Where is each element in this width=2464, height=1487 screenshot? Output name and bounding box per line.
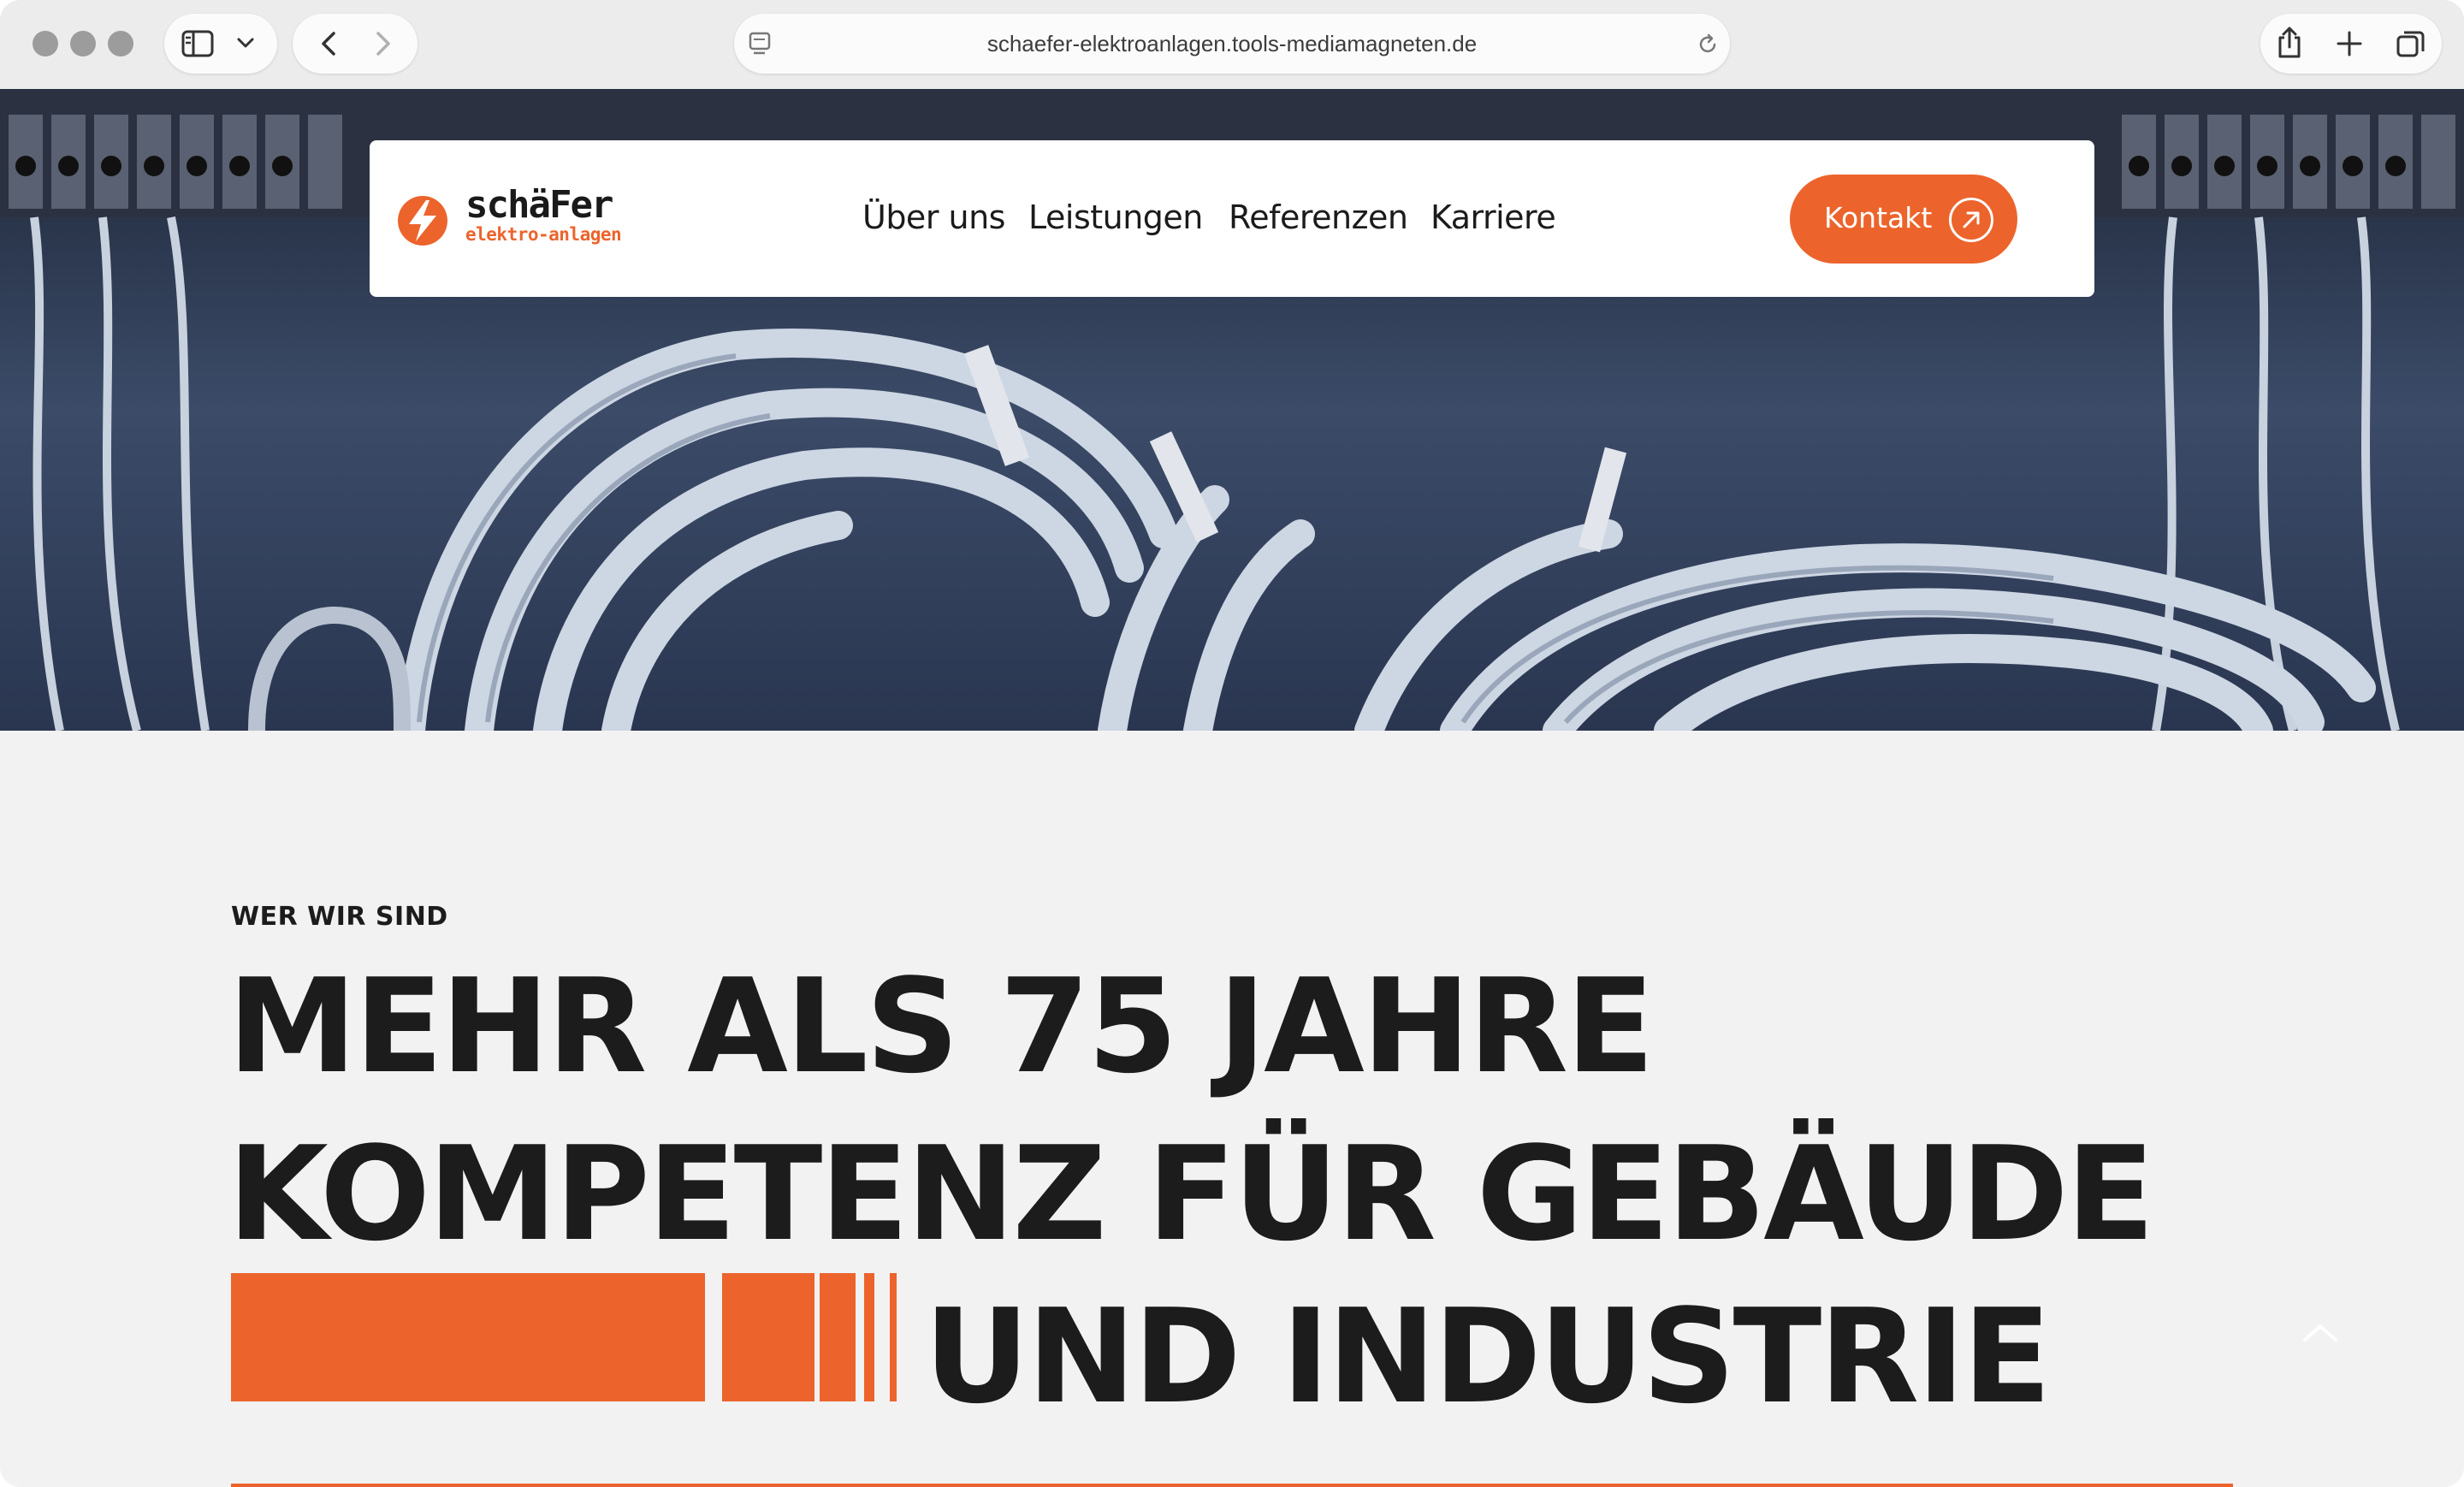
browser-toolbar: schaefer-elektroanlagen.tools-mediamagne… [0,0,2464,89]
nav-item-ueber-uns[interactable]: Über uns [862,198,1005,236]
headline-line-2: KOMPETENZ FÜR GEBÄUDE [228,1118,2155,1270]
close-window-button[interactable] [33,31,58,56]
new-tab-icon[interactable] [2336,30,2363,57]
nav-item-referenzen[interactable]: Referenzen [1229,198,1408,236]
intro-section: WER WIR SIND MEHR ALS 75 JAHRE KOMPETENZ… [0,731,2464,1487]
brand-logo[interactable]: schäFer elektro-anlagen [397,183,645,257]
section-eyebrow: WER WIR SIND [231,902,448,932]
minimize-window-button[interactable] [70,31,96,56]
hero-image: schäFer elektro-anlagen Über uns Leistun… [0,89,2464,731]
lightning-logo-icon [398,196,447,246]
sidebar-toggle-group [164,14,277,74]
url-text: schaefer-elektroanlagen.tools-mediamagne… [986,31,1478,56]
history-navigation [293,14,418,74]
contact-button-label: Kontakt [1824,201,1933,234]
nav-item-leistungen[interactable]: Leistungen [1028,198,1203,236]
scroll-to-top-icon[interactable] [2300,1319,2341,1345]
brand-tagline: elektro-anlagen [465,224,622,245]
zoom-window-button[interactable] [108,31,133,56]
chevron-down-icon[interactable] [236,35,255,52]
section-divider [231,1484,2233,1487]
back-icon[interactable] [317,31,342,56]
tab-overview-icon[interactable] [2396,29,2426,60]
site-header: schäFer elektro-anlagen Über uns Leistun… [370,140,2094,297]
contact-button[interactable]: Kontakt [1790,175,2017,264]
browser-window: schaefer-elektroanlagen.tools-mediamagne… [0,0,2464,1487]
forward-icon[interactable] [370,31,395,56]
toolbar-actions [2260,14,2442,74]
arrow-up-right-icon [1949,198,1993,242]
reload-icon[interactable] [1696,33,1720,56]
nav-item-karriere[interactable]: Karriere [1430,198,1556,236]
address-bar[interactable]: schaefer-elektroanlagen.tools-mediamagne… [734,14,1730,74]
brand-name: schäFer [465,183,613,227]
share-icon[interactable] [2274,26,2305,60]
headline-line-1: MEHR ALS 75 JAHRE [228,951,1655,1102]
sidebar-icon[interactable] [181,28,216,59]
headline-line-3: UND INDUSTRIE [924,1281,2052,1432]
